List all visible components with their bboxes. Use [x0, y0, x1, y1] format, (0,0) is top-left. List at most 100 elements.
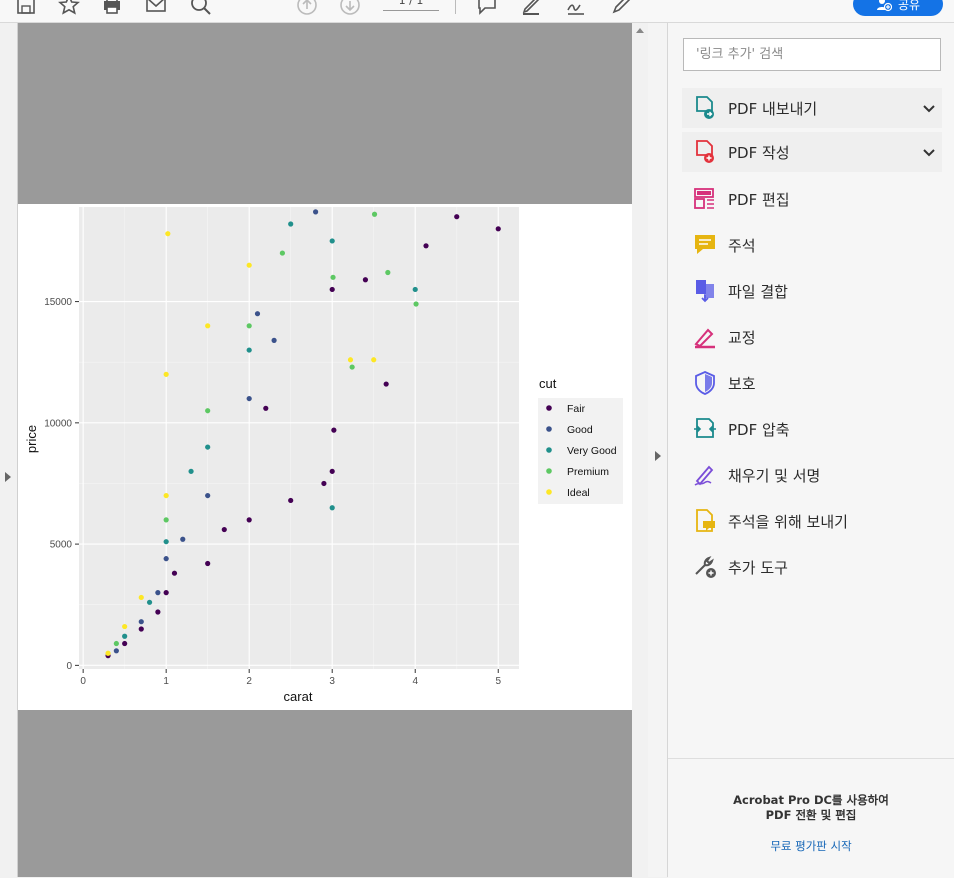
- legend-label: Good: [567, 424, 593, 436]
- data-point: [246, 395, 252, 402]
- page-up-icon[interactable]: [294, 0, 320, 18]
- tool-item[interactable]: PDF 편집: [682, 176, 942, 222]
- edit-pdf-icon: [692, 186, 718, 212]
- tool-item[interactable]: 주석: [682, 222, 942, 268]
- print-icon[interactable]: [99, 0, 125, 18]
- data-point: [163, 556, 169, 562]
- data-point: [163, 590, 169, 596]
- send-comments-icon: [692, 508, 718, 534]
- tool-item[interactable]: PDF 내보내기: [682, 88, 942, 128]
- data-point: [313, 209, 319, 215]
- y-tick-label: 5000: [50, 540, 73, 551]
- y-tick-label: 10000: [44, 418, 72, 429]
- search-icon[interactable]: [188, 0, 214, 18]
- data-point: [254, 311, 261, 317]
- data-point: [122, 640, 128, 647]
- x-tick-label: 2: [246, 676, 252, 687]
- data-point: [163, 371, 169, 377]
- data-point: [180, 536, 186, 542]
- tool-item[interactable]: 파일 결합: [682, 268, 942, 314]
- tool-item[interactable]: 주석을 위해 보내기: [682, 498, 942, 544]
- data-point: [371, 357, 377, 363]
- data-point: [221, 526, 227, 533]
- chevron-down-icon[interactable]: [922, 145, 936, 159]
- promo-title: Acrobat Pro DC를 사용하여 PDF 전환 및 편집: [668, 793, 954, 823]
- data-point: [205, 560, 211, 567]
- data-point: [347, 357, 354, 363]
- tool-item[interactable]: 보호: [682, 360, 942, 406]
- legend-key: [546, 426, 552, 432]
- data-point: [155, 590, 161, 596]
- tool-list: PDF 내보내기 PDF 작성 PDF 편집주석 파일 결합 교정 보호 PDF 압축채우기…: [668, 86, 954, 590]
- page-number-field[interactable]: 1 / 1: [383, 0, 439, 11]
- data-point: [362, 277, 369, 283]
- data-point: [188, 468, 194, 474]
- left-nav-strip: [0, 23, 18, 877]
- pdf-page: 0 1 2 3 4 5 0 5000 10000 15000 carat price cut Fa…: [18, 204, 632, 710]
- data-point: [329, 238, 335, 244]
- expand-left-pane-icon[interactable]: [5, 472, 11, 482]
- share-button[interactable]: 공유: [853, 0, 943, 16]
- vertical-scrollbar[interactable]: [632, 23, 648, 877]
- x-tick-label: 0: [80, 676, 86, 687]
- collapse-right-pane-icon[interactable]: [655, 451, 661, 461]
- chevron-down-icon[interactable]: [922, 101, 936, 115]
- data-point: [205, 492, 211, 499]
- create-pdf-icon: [692, 139, 718, 165]
- tool-item[interactable]: 추가 도구: [682, 544, 942, 590]
- data-point: [331, 427, 337, 433]
- data-point: [146, 599, 153, 605]
- star-icon[interactable]: [56, 0, 82, 18]
- data-point: [138, 626, 144, 632]
- document-viewport[interactable]: 0 1 2 3 4 5 0 5000 10000 15000 carat price cut Fa…: [18, 23, 632, 877]
- comment-icon[interactable]: [474, 0, 500, 18]
- data-point: [246, 347, 252, 353]
- data-point: [205, 408, 211, 414]
- promo-box: Acrobat Pro DC를 사용하여 PDF 전환 및 편집 무료 평가판 …: [668, 758, 954, 878]
- save-icon[interactable]: [13, 0, 39, 18]
- page-down-icon[interactable]: [337, 0, 363, 18]
- highlight-icon[interactable]: [518, 0, 544, 18]
- data-point: [205, 444, 211, 450]
- legend-label: Very Good: [567, 445, 617, 457]
- legend-key: [546, 447, 552, 453]
- tool-label: PDF 편집: [728, 190, 790, 209]
- data-point: [246, 517, 252, 523]
- data-point: [163, 539, 169, 545]
- tool-label: PDF 내보내기: [728, 99, 818, 118]
- tool-label: PDF 압축: [728, 420, 790, 439]
- email-icon[interactable]: [143, 0, 169, 18]
- data-point: [423, 243, 429, 249]
- data-point: [329, 468, 335, 474]
- data-point: [329, 286, 335, 293]
- data-point: [288, 497, 294, 504]
- export-pdf-icon: [692, 95, 718, 121]
- legend-label: Fair: [567, 403, 586, 415]
- redact-icon: [692, 324, 718, 350]
- data-point: [385, 269, 391, 276]
- more-tools-icon: [692, 554, 718, 580]
- tool-item[interactable]: PDF 작성: [682, 132, 942, 172]
- tool-item[interactable]: PDF 압축: [682, 406, 942, 452]
- x-tick-label: 1: [163, 676, 169, 687]
- data-point: [122, 633, 128, 639]
- pane-splitter[interactable]: [648, 23, 668, 877]
- sign-icon[interactable]: [563, 0, 589, 18]
- tool-search-input[interactable]: [683, 38, 941, 71]
- data-point: [495, 226, 501, 232]
- scroll-up-icon[interactable]: [636, 28, 644, 33]
- data-point: [412, 286, 418, 293]
- data-point: [163, 517, 169, 523]
- data-point: [330, 274, 336, 280]
- free-trial-link[interactable]: 무료 평가판 시작: [668, 838, 954, 854]
- tool-item[interactable]: 교정: [682, 314, 942, 360]
- x-tick-label: 5: [495, 676, 501, 687]
- edit-icon[interactable]: [608, 0, 634, 18]
- data-point: [263, 405, 269, 411]
- y-tick-label: 15000: [44, 297, 72, 308]
- legend-key: [546, 468, 552, 474]
- data-point: [138, 619, 144, 625]
- tool-item[interactable]: 채우기 및 서명: [682, 452, 942, 498]
- page-number-value[interactable]: 1: [399, 0, 406, 7]
- data-point: [171, 570, 178, 576]
